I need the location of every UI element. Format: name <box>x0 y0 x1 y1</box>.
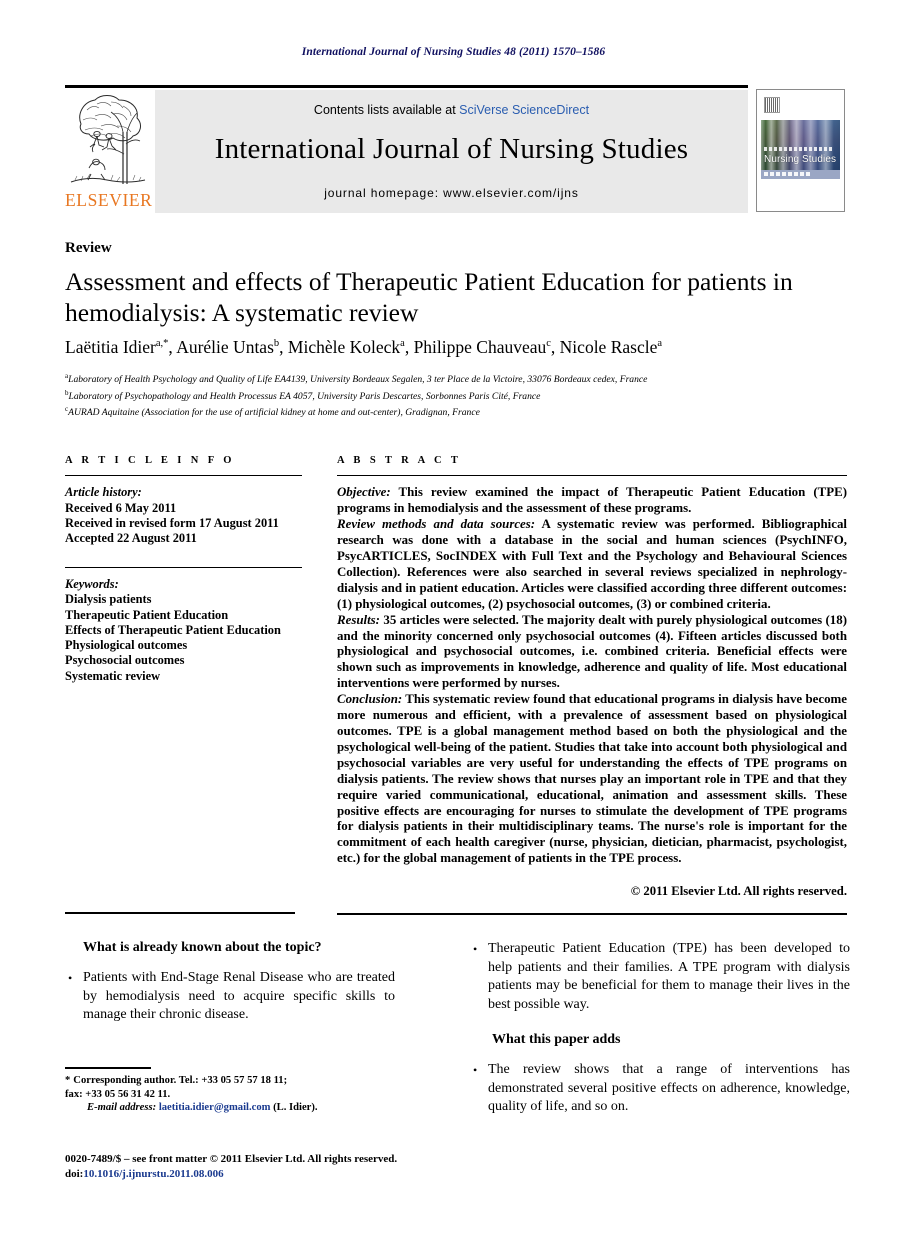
highlights-known-box: What is already known about the topic? P… <box>65 940 395 1033</box>
footnote-rule <box>65 1067 151 1069</box>
author-list: Laëtitia Idiera,*, Aurélie Untasb, Michè… <box>65 337 663 357</box>
article-history-item: Received in revised form 17 August 2011 <box>65 515 279 530</box>
cover-inner: Nursing Studies <box>761 94 840 207</box>
cover-title-text: Nursing Studies <box>764 154 837 165</box>
author-name: Aurélie Untas <box>176 337 274 357</box>
doi-label: doi: <box>65 1167 84 1180</box>
corresponding-author-note: * Corresponding author. Tel.: +33 05 57 5… <box>65 1074 435 1088</box>
author-name: Laëtitia Idier <box>65 337 156 357</box>
abstract-section-lead: Review methods and data sources: <box>337 517 536 532</box>
abstract-rule <box>337 475 847 477</box>
abstract-section-lead: Results: <box>337 612 380 627</box>
article-type-label: Review <box>65 240 112 256</box>
abstract-label: A B S T R A C T <box>337 455 462 466</box>
abstract-section-lead: Conclusion: <box>337 692 403 707</box>
cover-elsevier-icon <box>764 97 780 113</box>
keyword-item: Effects of Therapeutic Patient Education <box>65 622 281 637</box>
abstract-section-lead: Objective: <box>337 485 391 500</box>
keyword-item: Psychosocial outcomes <box>65 653 185 668</box>
contents-available-line: Contents lists available at SciVerse Sci… <box>155 103 748 117</box>
highlights-known-heading: What is already known about the topic? <box>83 940 322 955</box>
author-affiliation-mark: c <box>546 338 551 350</box>
abstract-section-text: This review examined the impact of Thera… <box>337 485 847 516</box>
affiliation: bLaboratory of Psychopathology and Healt… <box>65 388 541 402</box>
issn-line: 0020-7489/$ – see front matter © 2011 El… <box>65 1153 398 1165</box>
doi-line: doi:10.1016/j.ijnurstu.2011.08.006 <box>65 1167 485 1182</box>
doi-link[interactable]: 10.1016/j.ijnurstu.2011.08.006 <box>83 1168 223 1180</box>
highlights-right-box: Therapeutic Patient Education (TPE) has … <box>470 940 850 1125</box>
elsevier-tree-icon <box>67 92 147 190</box>
list-item: The review shows that a range of interve… <box>470 1061 850 1117</box>
abstract-section-text: 35 articles were selected. The majority … <box>337 612 847 691</box>
journal-homepage-link[interactable]: journal homepage: www.elsevier.com/ijns <box>155 186 748 200</box>
journal-title: International Journal of Nursing Studies <box>214 133 689 165</box>
keywords-title: Keywords: <box>65 576 119 591</box>
author-affiliation-mark: a,* <box>155 338 169 350</box>
article-info-label: A R T I C L E I N F O <box>65 455 235 466</box>
keywords-rule <box>65 566 302 568</box>
email-suffix: (L. Idier). <box>270 1102 318 1114</box>
fax-note: fax: +33 05 56 31 42 11. <box>65 1088 171 1100</box>
article-info-rule <box>65 475 302 477</box>
email-note: E-mail address: laetitia.idier@gmail.com… <box>65 1101 435 1115</box>
abstract-section: Results: 35 articles were selected. The … <box>337 613 847 693</box>
highlights-adds-heading: What this paper adds <box>492 1032 621 1047</box>
page-title: Assessment and effects of Therapeutic Pa… <box>65 267 793 327</box>
article-history-item: Accepted 22 August 2011 <box>65 531 197 546</box>
article-page: International Journal of Nursing Studies… <box>0 0 907 1238</box>
issn-block: 0020-7489/$ – see front matter © 2011 El… <box>65 1152 485 1181</box>
article-history: Article history: Received 6 May 2011 Rece… <box>65 485 302 546</box>
keyword-item: Dialysis patients <box>65 592 152 607</box>
affiliation: aLaboratory of Health Psychology and Qua… <box>65 372 648 386</box>
article-info-column: A R T I C L E I N F O Article history: R… <box>65 455 302 684</box>
abstract-section-text: This systematic review found that educat… <box>337 692 847 866</box>
abstract-section: Objective: This review examined the impa… <box>337 485 847 517</box>
running-head: International Journal of Nursing Studies… <box>301 46 606 58</box>
highlights-rule-left <box>65 912 295 914</box>
keyword-item: Physiological outcomes <box>65 638 188 653</box>
email-link[interactable]: laetitia.idier@gmail.com <box>159 1102 271 1113</box>
affiliation-list: aLaboratory of Health Psychology and Qua… <box>65 370 855 420</box>
article-history-items: Received 6 May 2011 Received in revised f… <box>65 501 302 547</box>
journal-header-band: Contents lists available at SciVerse Sci… <box>155 90 748 213</box>
cover-bottom-text <box>764 172 812 176</box>
asterisk-icon: * <box>65 1075 71 1086</box>
article-history-item: Received 6 May 2011 <box>65 500 177 515</box>
affiliation: cAURAD Aquitaine (Association for the us… <box>65 405 480 419</box>
abstract-section: Review methods and data sources: A syste… <box>337 517 847 612</box>
journal-cover-thumbnail: Nursing Studies <box>756 89 845 212</box>
abstract-section: Conclusion: This systematic review found… <box>337 692 847 867</box>
masthead-top-rule <box>65 85 748 88</box>
contents-prefix: Contents lists available at <box>313 103 460 117</box>
elsevier-wordmark: ELSEVIER <box>65 190 153 210</box>
list-item: Patients with End-Stage Renal Disease wh… <box>65 969 395 1025</box>
email-label: E-mail address: <box>87 1102 157 1114</box>
journal-masthead: ELSEVIER Contents lists available at Sci… <box>65 90 748 213</box>
copyright-line: © 2011 Elsevier Ltd. All rights reserved… <box>630 884 847 899</box>
author-name: Nicole Rascle <box>559 337 658 357</box>
article-history-title: Article history: <box>65 485 142 500</box>
keyword-item: Systematic review <box>65 668 161 683</box>
footnote-block: * Corresponding author. Tel.: +33 05 57 5… <box>65 1074 435 1115</box>
list-item: Therapeutic Patient Education (TPE) has … <box>470 940 850 1014</box>
corresponding-author-text: Corresponding author. Tel.: +33 05 57 57… <box>73 1075 288 1086</box>
author-name: Michèle Koleck <box>287 337 401 357</box>
cover-supertitle <box>764 147 834 151</box>
highlights-rule-right <box>337 913 847 915</box>
author-name: Philippe Chauveau <box>413 337 547 357</box>
keywords-block: Keywords: Dialysis patients Therapeutic P… <box>65 577 302 684</box>
sciencedirect-link[interactable]: SciVerse ScienceDirect <box>459 103 589 117</box>
keywords-items: Dialysis patients Therapeutic Patient Edu… <box>65 592 302 684</box>
elsevier-logo: ELSEVIER <box>65 90 153 213</box>
author-affiliation-mark: a <box>657 338 663 350</box>
author-affiliation-mark: a <box>400 338 405 350</box>
abstract-column: A B S T R A C T Objective: This review e… <box>337 455 847 899</box>
abstract-body: Objective: This review examined the impa… <box>337 485 847 867</box>
keyword-item: Therapeutic Patient Education <box>65 607 229 622</box>
abstract-section-text: A systematic review was performed. Bibli… <box>337 517 847 611</box>
author-affiliation-mark: b <box>273 338 280 350</box>
